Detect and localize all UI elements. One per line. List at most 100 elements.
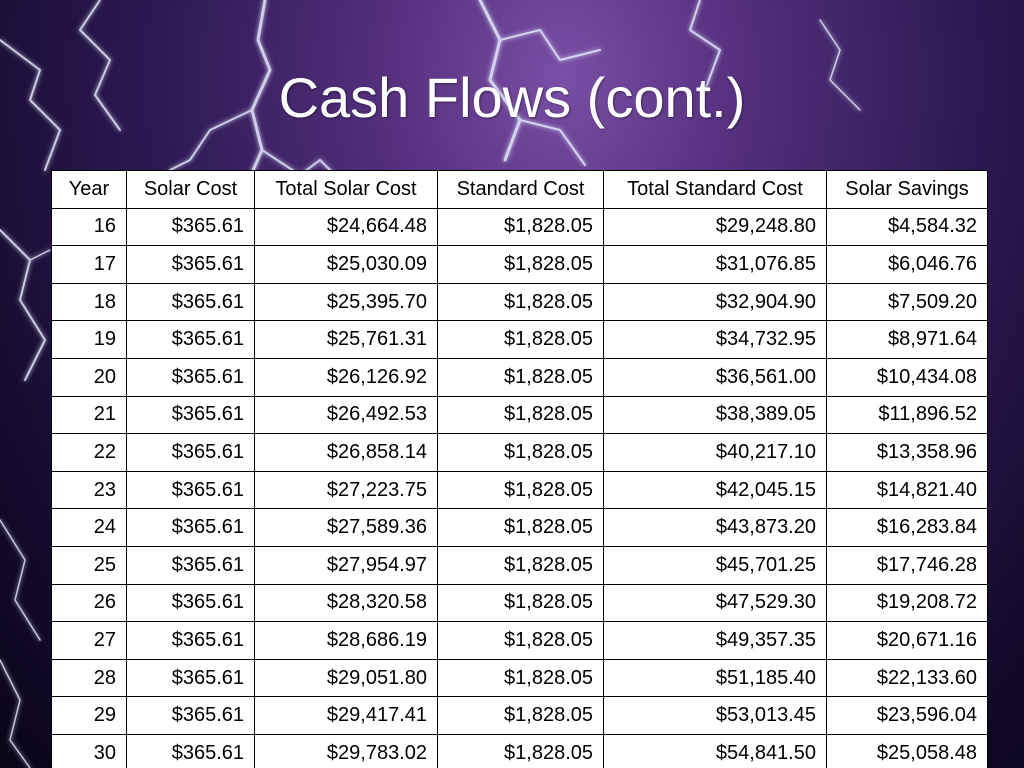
table-row: 28 $365.61 $29,051.80 $1,828.05 $51,185.40 $2… — [51, 658, 988, 698]
cell-year: 18 — [51, 282, 127, 322]
cell-standard-cost: $1,828.05 — [437, 320, 604, 359]
table-row: 30 $365.61 $29,783.02 $1,828.05 $54,841.50 $2… — [51, 733, 988, 768]
cell-solar-savings: $17,746.28 — [826, 545, 988, 585]
cell-total-standard-cost: $31,076.85 — [603, 245, 827, 284]
table-row: 27 $365.61 $28,686.19 $1,828.05 $49,357.35 $2… — [51, 621, 988, 660]
lightning-bolt — [499, 29, 601, 61]
cell-total-solar-cost: $29,417.41 — [254, 696, 438, 735]
cell-total-standard-cost: $51,185.40 — [603, 658, 827, 698]
cell-standard-cost: $1,828.05 — [437, 545, 604, 585]
cell-standard-cost: $1,828.05 — [437, 245, 604, 284]
header-solar-cost: Solar Cost — [126, 170, 255, 209]
lightning-bolt — [0, 229, 46, 381]
cell-year: 29 — [51, 696, 127, 735]
cell-total-solar-cost: $27,223.75 — [254, 470, 438, 510]
cell-solar-savings: $13,358.96 — [826, 433, 988, 472]
cell-solar-savings: $6,046.76 — [826, 245, 988, 284]
cell-solar-cost: $365.61 — [126, 733, 255, 768]
table-row: 16 $365.61 $24,664.48 $1,828.05 $29,248.80 $4… — [51, 207, 988, 247]
cell-standard-cost: $1,828.05 — [437, 282, 604, 322]
cell-standard-cost: $1,828.05 — [437, 621, 604, 660]
header-total-solar-cost: Total Solar Cost — [254, 170, 438, 209]
cell-year: 25 — [51, 545, 127, 585]
cell-standard-cost: $1,828.05 — [437, 508, 604, 547]
cell-total-standard-cost: $38,389.05 — [603, 395, 827, 435]
table-row: 17 $365.61 $25,030.09 $1,828.05 $31,076.85 $6… — [51, 245, 988, 284]
cell-standard-cost: $1,828.05 — [437, 433, 604, 472]
table-row: 19 $365.61 $25,761.31 $1,828.05 $34,732.95 $8… — [51, 320, 988, 359]
cell-solar-cost: $365.61 — [126, 658, 255, 698]
cell-total-solar-cost: $29,783.02 — [254, 733, 438, 768]
cell-total-standard-cost: $42,045.15 — [603, 470, 827, 510]
cell-solar-cost: $365.61 — [126, 696, 255, 735]
cell-standard-cost: $1,828.05 — [437, 357, 604, 397]
cell-total-solar-cost: $25,030.09 — [254, 245, 438, 284]
cell-total-solar-cost: $24,664.48 — [254, 207, 438, 247]
cell-total-solar-cost: $26,492.53 — [254, 395, 438, 435]
table-header-row: Year Solar Cost Total Solar Cost Standar… — [51, 170, 988, 209]
cell-total-standard-cost: $32,904.90 — [603, 282, 827, 322]
header-standard-cost: Standard Cost — [437, 170, 604, 209]
cell-year: 23 — [51, 470, 127, 510]
cell-solar-cost: $365.61 — [126, 583, 255, 623]
cell-total-solar-cost: $25,395.70 — [254, 282, 438, 322]
cell-solar-savings: $16,283.84 — [826, 508, 988, 547]
cell-year: 16 — [51, 207, 127, 247]
cell-solar-savings: $4,584.32 — [826, 207, 988, 247]
cell-year: 30 — [51, 733, 127, 768]
cell-solar-cost: $365.61 — [126, 245, 255, 284]
cell-solar-cost: $365.61 — [126, 282, 255, 322]
cell-total-standard-cost: $43,873.20 — [603, 508, 827, 547]
cell-solar-cost: $365.61 — [126, 545, 255, 585]
cell-solar-cost: $365.61 — [126, 470, 255, 510]
cell-total-solar-cost: $28,686.19 — [254, 621, 438, 660]
cell-total-standard-cost: $47,529.30 — [603, 583, 827, 623]
cell-solar-savings: $14,821.40 — [826, 470, 988, 510]
cell-standard-cost: $1,828.05 — [437, 470, 604, 510]
cell-total-solar-cost: $29,051.80 — [254, 658, 438, 698]
lightning-bolt — [0, 659, 31, 768]
cell-standard-cost: $1,828.05 — [437, 696, 604, 735]
cell-year: 17 — [51, 245, 127, 284]
lightning-bolt — [0, 519, 41, 641]
table-row: 18 $365.61 $25,395.70 $1,828.05 $32,904.90 $7… — [51, 282, 988, 322]
table-row: 26 $365.61 $28,320.58 $1,828.05 $47,529.30 $1… — [51, 583, 988, 623]
table-row: 22 $365.61 $26,858.14 $1,828.05 $40,217.10 $1… — [51, 433, 988, 472]
cell-total-solar-cost: $25,761.31 — [254, 320, 438, 359]
cell-solar-savings: $10,434.08 — [826, 357, 988, 397]
cell-total-standard-cost: $45,701.25 — [603, 545, 827, 585]
cash-flow-table-container: Year Solar Cost Total Solar Cost Standar… — [51, 170, 988, 768]
cell-year: 21 — [51, 395, 127, 435]
cell-year: 27 — [51, 621, 127, 660]
cell-total-standard-cost: $36,561.00 — [603, 357, 827, 397]
cell-solar-cost: $365.61 — [126, 357, 255, 397]
cell-solar-savings: $19,208.72 — [826, 583, 988, 623]
cell-total-standard-cost: $34,732.95 — [603, 320, 827, 359]
cash-flow-table: Year Solar Cost Total Solar Cost Standar… — [51, 170, 988, 768]
cell-year: 20 — [51, 357, 127, 397]
cell-solar-cost: $365.61 — [126, 433, 255, 472]
cell-total-standard-cost: $54,841.50 — [603, 733, 827, 768]
table-row: 23 $365.61 $27,223.75 $1,828.05 $42,045.15 $1… — [51, 470, 988, 510]
cell-year: 24 — [51, 508, 127, 547]
cell-standard-cost: $1,828.05 — [437, 733, 604, 768]
cell-total-solar-cost: $27,954.97 — [254, 545, 438, 585]
table-row: 21 $365.61 $26,492.53 $1,828.05 $38,389.05 $1… — [51, 395, 988, 435]
cell-total-solar-cost: $26,858.14 — [254, 433, 438, 472]
cell-year: 26 — [51, 583, 127, 623]
cell-solar-cost: $365.61 — [126, 207, 255, 247]
cell-standard-cost: $1,828.05 — [437, 395, 604, 435]
cell-solar-cost: $365.61 — [126, 395, 255, 435]
cell-solar-savings: $20,671.16 — [826, 621, 988, 660]
cell-year: 28 — [51, 658, 127, 698]
cell-solar-cost: $365.61 — [126, 320, 255, 359]
table-body: 16 $365.61 $24,664.48 $1,828.05 $29,248.80 $4… — [51, 207, 988, 768]
table-row: 25 $365.61 $27,954.97 $1,828.05 $45,701.25 $1… — [51, 545, 988, 585]
cell-solar-cost: $365.61 — [126, 508, 255, 547]
cell-total-solar-cost: $27,589.36 — [254, 508, 438, 547]
table-row: 20 $365.61 $26,126.92 $1,828.05 $36,561.00 $1… — [51, 357, 988, 397]
cell-standard-cost: $1,828.05 — [437, 207, 604, 247]
cell-standard-cost: $1,828.05 — [437, 658, 604, 698]
table-row: 29 $365.61 $29,417.41 $1,828.05 $53,013.45 $2… — [51, 696, 988, 735]
cell-total-solar-cost: $28,320.58 — [254, 583, 438, 623]
